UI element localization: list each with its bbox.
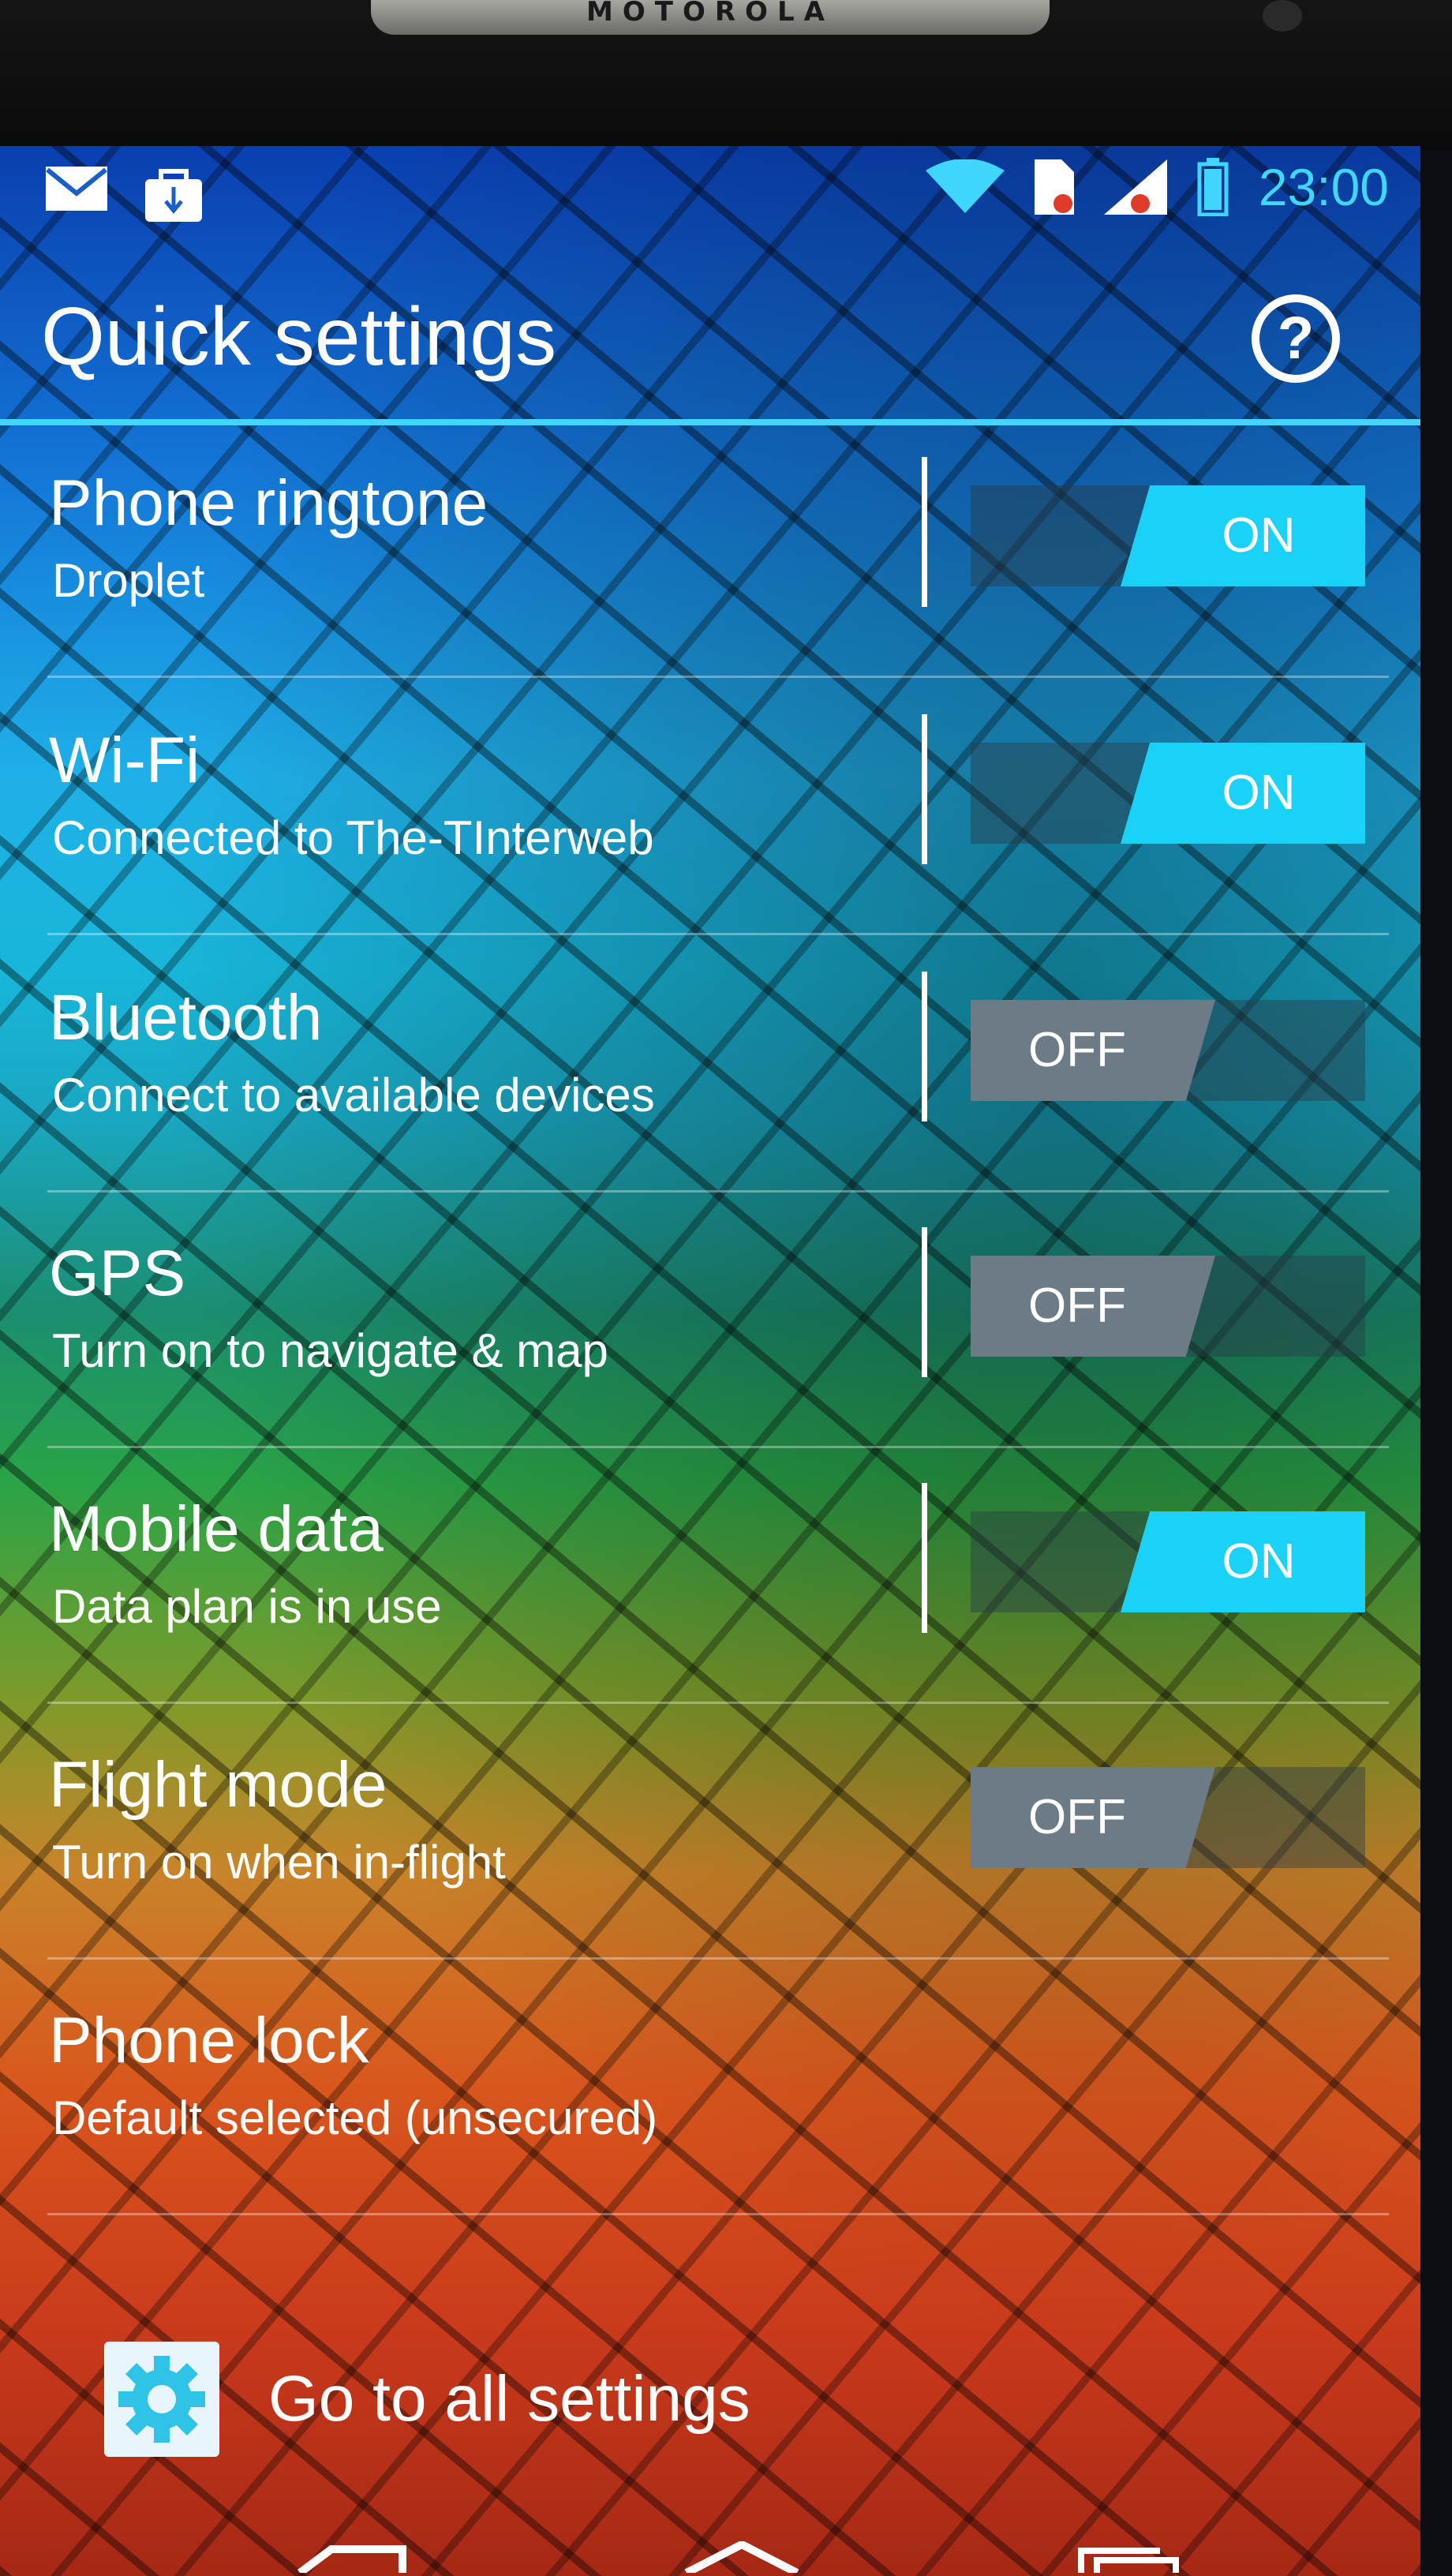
divider — [47, 1957, 1389, 1960]
settings-gear-icon — [104, 2342, 219, 2457]
toggle-knob: OFF — [971, 1000, 1215, 1101]
setting-row-flight-mode[interactable]: Flight mode Turn on when in-flight OFF — [0, 1707, 1420, 1960]
home-icon[interactable] — [679, 2540, 805, 2576]
setting-subtitle: Default selected (unsecured) — [52, 2091, 658, 2144]
divider — [47, 1702, 1389, 1704]
battery-icon — [1197, 158, 1229, 216]
toggle-knob: ON — [1121, 485, 1365, 586]
setting-subtitle: Connect to available devices — [52, 1069, 655, 1121]
setting-subtitle: Droplet — [52, 554, 205, 607]
setting-row-gps[interactable]: GPS Turn on to navigate & map OFF — [0, 1196, 1420, 1448]
toggle-knob: ON — [1121, 1511, 1365, 1612]
row-separator — [922, 1227, 927, 1377]
divider — [47, 676, 1389, 678]
setting-title: Phone ringtone — [49, 467, 488, 539]
back-icon[interactable] — [284, 2541, 410, 2576]
divider — [47, 2213, 1389, 2215]
page-title: Quick settings — [41, 291, 557, 383]
header-divider — [0, 419, 1420, 425]
status-bar: 23:00 — [0, 146, 1420, 222]
front-camera — [1263, 0, 1302, 32]
recent-apps-icon[interactable] — [1073, 2541, 1184, 2576]
setting-subtitle: Turn on when in-flight — [52, 1836, 506, 1889]
signal-icon — [1103, 159, 1167, 215]
divider — [47, 1190, 1389, 1193]
clock: 23:00 — [1258, 158, 1389, 216]
setting-title: GPS — [49, 1237, 186, 1309]
mobile-data-toggle[interactable]: ON — [971, 1511, 1365, 1612]
setting-title: Flight mode — [49, 1749, 387, 1821]
setting-subtitle: Data plan is in use — [52, 1580, 442, 1633]
setting-row-wifi[interactable]: Wi-Fi Connected to The-TInterweb ON — [0, 683, 1420, 935]
flight-mode-toggle[interactable]: OFF — [971, 1767, 1365, 1868]
setting-title: Phone lock — [49, 2005, 369, 2076]
ringtone-toggle[interactable]: ON — [971, 485, 1365, 586]
toggle-knob: OFF — [971, 1767, 1215, 1868]
row-separator — [922, 972, 927, 1121]
go-to-all-settings-button[interactable]: Go to all settings — [0, 2308, 1420, 2482]
row-separator — [922, 457, 927, 607]
setting-subtitle: Connected to The-TInterweb — [52, 811, 654, 864]
bluetooth-toggle[interactable]: OFF — [971, 1000, 1365, 1101]
wifi-icon — [925, 159, 1005, 215]
setting-title: Wi-Fi — [49, 724, 200, 796]
setting-subtitle: Turn on to navigate & map — [52, 1324, 608, 1377]
setting-row-mobile-data[interactable]: Mobile data Data plan is in use ON — [0, 1451, 1420, 1704]
gmail-icon — [44, 165, 109, 223]
setting-row-phone-lock[interactable]: Phone lock Default selected (unsecured) — [0, 1963, 1420, 2215]
setting-row-ringtone[interactable]: Phone ringtone Droplet ON — [0, 425, 1420, 678]
navigation-bar — [0, 2505, 1420, 2576]
download-bag-icon — [142, 165, 205, 223]
phone-bezel: MOTOROLA — [0, 0, 1452, 150]
screen: 23:00 Quick settings ? Phone ringtone Dr… — [0, 146, 1420, 2576]
setting-row-bluetooth[interactable]: Bluetooth Connect to available devices O… — [0, 940, 1420, 1193]
setting-title: Mobile data — [49, 1493, 384, 1565]
all-settings-label: Go to all settings — [268, 2363, 750, 2435]
gps-toggle[interactable]: OFF — [971, 1256, 1365, 1357]
help-icon[interactable]: ? — [1252, 294, 1340, 383]
sim-icon — [1034, 159, 1074, 215]
toggle-knob: OFF — [971, 1256, 1215, 1357]
toggle-knob: ON — [1121, 743, 1365, 844]
row-separator — [922, 714, 927, 864]
divider — [47, 1446, 1389, 1448]
wifi-toggle[interactable]: ON — [971, 743, 1365, 844]
setting-title: Bluetooth — [49, 982, 323, 1054]
quick-settings-header: Quick settings — [0, 215, 1420, 429]
brand-logo: MOTOROLA — [371, 0, 1050, 35]
row-separator — [922, 1483, 927, 1633]
divider — [47, 933, 1389, 935]
